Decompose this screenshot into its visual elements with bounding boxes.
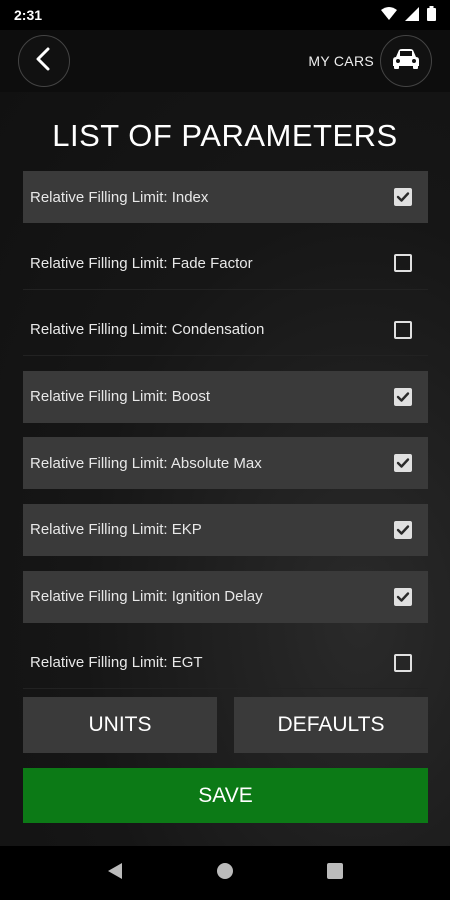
parameter-label: Relative Filling Limit: Boost xyxy=(30,388,211,406)
back-button[interactable] xyxy=(18,35,70,87)
status-bar: 2:31 xyxy=(0,0,450,30)
parameter-label: Relative Filling Limit: Absolute Max xyxy=(30,454,262,472)
parameter-label: Relative Filling Limit: EGT xyxy=(30,654,203,672)
defaults-button[interactable]: DEFAULTS xyxy=(234,697,428,753)
parameter-row[interactable]: Relative Filling Limit: EKP xyxy=(23,503,428,556)
nav-home-icon[interactable] xyxy=(216,862,234,885)
my-cars-icon-button[interactable] xyxy=(380,35,432,87)
units-button[interactable]: UNITS xyxy=(23,697,217,753)
nav-recents-icon[interactable] xyxy=(327,862,344,884)
main-content: LIST OF PARAMETERS Relative Filling Limi… xyxy=(0,92,450,846)
parameter-label: Relative Filling Limit: Index xyxy=(30,188,209,206)
parameter-row[interactable]: Relative Filling Limit: EGT xyxy=(23,637,428,690)
cell-signal-icon xyxy=(405,6,419,24)
parameter-checkbox-checked[interactable] xyxy=(394,520,412,539)
battery-icon xyxy=(427,6,436,24)
parameter-row[interactable]: Relative Filling Limit: Ignition Delay xyxy=(23,570,428,623)
parameter-checkbox-checked[interactable] xyxy=(394,188,412,206)
parameter-row[interactable]: Relative Filling Limit: Fade Factor xyxy=(23,238,428,290)
parameter-list: Relative Filling Limit: Index Relative F… xyxy=(23,171,428,704)
parameter-checkbox[interactable] xyxy=(394,254,412,273)
save-button[interactable]: SAVE xyxy=(23,768,428,823)
page-title: LIST OF PARAMETERS xyxy=(52,118,398,153)
parameter-row[interactable]: Relative Filling Limit: Index xyxy=(23,171,428,223)
parameter-checkbox-checked[interactable] xyxy=(394,587,412,606)
parameter-row[interactable]: Relative Filling Limit: Boost xyxy=(23,370,428,423)
app-header: MY CARS xyxy=(0,30,450,92)
parameter-checkbox[interactable] xyxy=(394,653,412,672)
car-icon xyxy=(391,48,421,75)
action-buttons: UNITS DEFAULTS xyxy=(23,697,428,753)
status-icons xyxy=(381,6,436,24)
parameter-checkbox[interactable] xyxy=(394,320,412,339)
parameter-label: Relative Filling Limit: Ignition Delay xyxy=(30,588,263,606)
my-cars-label: MY CARS xyxy=(308,53,374,69)
parameter-checkbox-checked[interactable] xyxy=(394,454,412,473)
status-time: 2:31 xyxy=(14,7,43,23)
parameter-row[interactable]: Relative Filling Limit: Absolute Max xyxy=(23,437,428,490)
parameter-label: Relative Filling Limit: EKP xyxy=(30,521,202,539)
parameter-row[interactable]: Relative Filling Limit: Condensation xyxy=(23,304,428,357)
parameter-label: Relative Filling Limit: Fade Factor xyxy=(30,254,253,272)
system-nav-bar xyxy=(0,846,450,900)
parameter-label: Relative Filling Limit: Condensation xyxy=(30,321,265,339)
my-cars-button[interactable]: MY CARS xyxy=(308,35,432,87)
wifi-icon xyxy=(381,6,397,24)
back-arrow-icon xyxy=(34,47,54,76)
nav-back-icon[interactable] xyxy=(107,862,123,885)
parameter-checkbox-checked[interactable] xyxy=(394,387,412,406)
